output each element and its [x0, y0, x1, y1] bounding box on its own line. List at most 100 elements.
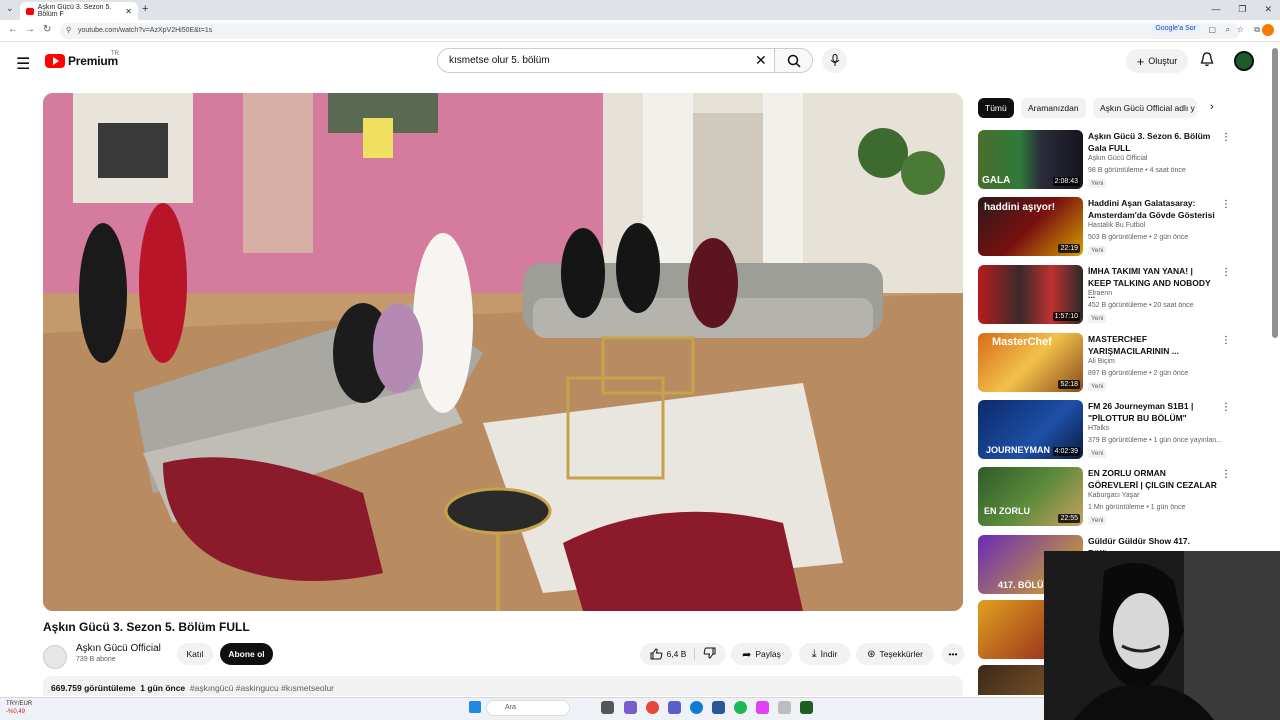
maximize-button[interactable]: ❐ — [1238, 4, 1246, 15]
video-thumbnail[interactable]: EN ZORLU 22:55 — [978, 467, 1083, 526]
recommendation-item[interactable]: 1:57:10 İMHA TAKIMI YAN YANA! | KEEP TAL… — [978, 265, 1238, 325]
youtube-premium-logo[interactable]: Premium TR — [45, 51, 119, 68]
channel-name[interactable]: Aşkın Gücü Official — [76, 643, 161, 654]
chip-channel[interactable]: Aşkın Gücü Official adlı y — [1093, 98, 1197, 118]
chevron-right-icon[interactable]: › — [1210, 101, 1214, 113]
thanks-label: Teşekkürler — [879, 649, 923, 659]
recommendation-item[interactable]: GALA 2:08:43 Aşkın Gücü 3. Sezon 6. Bölü… — [978, 130, 1238, 190]
copilot-icon[interactable] — [624, 701, 637, 714]
subscribe-button[interactable]: Abone ol — [220, 643, 273, 665]
share-icon: ➦ — [742, 648, 752, 661]
download-label: İndir — [820, 649, 838, 659]
taskbar-search-input[interactable]: Ara — [486, 700, 570, 716]
thanks-button[interactable]: ⊛ Teşekkürler — [856, 643, 934, 665]
currency-widget[interactable]: TRY/EUR -%0,49 — [6, 700, 32, 716]
extensions-icon[interactable]: ⧉ — [1254, 25, 1260, 35]
more-actions-icon[interactable]: ••• — [942, 643, 964, 665]
recommendation-title[interactable]: MASTERCHEF YARIŞMACILARININ ... — [1088, 333, 1218, 357]
recommendation-item[interactable]: EN ZORLU 22:55 EN ZORLU ORMAN GÖREVLERİ … — [978, 467, 1238, 527]
recommendation-title[interactable]: EN ZORLU ORMAN GÖREVLERİ | ÇILGIN CEZALA… — [1088, 467, 1218, 491]
windows-start-icon[interactable] — [469, 701, 481, 713]
spotify-icon[interactable] — [734, 701, 747, 714]
search-input[interactable]: kısmetse olur 5. bölüm — [437, 48, 775, 73]
recommendation-channel[interactable]: Hastalık Bu Futbol — [1088, 222, 1145, 229]
thumbnail-text: 417. BÖLÜ — [998, 580, 1044, 590]
create-button[interactable]: + Oluştur — [1126, 49, 1188, 73]
more-options-icon[interactable]: ⋮ — [1221, 402, 1231, 413]
duration-badge: 2:08:43 — [1052, 177, 1080, 186]
plus-icon: + — [1136, 53, 1145, 69]
site-info-icon[interactable]: ⚲ — [66, 26, 71, 34]
join-button[interactable]: Katıl — [177, 643, 213, 665]
dislike-button[interactable] — [695, 647, 716, 661]
new-badge: Yeni — [1088, 382, 1107, 391]
store-icon[interactable] — [712, 701, 725, 714]
channel-avatar[interactable] — [43, 645, 67, 669]
screenshot-icon[interactable]: ▢ — [1208, 25, 1216, 34]
more-options-icon[interactable]: ⋮ — [1221, 199, 1231, 210]
page-scrollbar[interactable] — [1272, 48, 1278, 338]
chrome-icon[interactable] — [646, 701, 659, 714]
new-tab-button[interactable]: + — [142, 3, 148, 15]
reload-icon[interactable]: ↻ — [43, 24, 51, 35]
minimize-button[interactable]: — — [1211, 4, 1220, 15]
forward-arrow-icon[interactable]: → — [25, 24, 35, 35]
recommendation-title[interactable]: FM 26 Journeyman S1B1 | "PİLOTTUR BU BÖL… — [1088, 400, 1218, 424]
video-thumbnail[interactable]: MasterChef 52:18 — [978, 333, 1083, 392]
video-player[interactable] — [43, 93, 963, 611]
google-ask-button[interactable]: Google'a Sor — [1151, 24, 1200, 33]
app-icon[interactable] — [778, 701, 791, 714]
recommendation-channel[interactable]: Aşkın Gücü Official — [1088, 155, 1147, 162]
notifications-bell-icon[interactable] — [1200, 52, 1214, 70]
recommendation-meta: 98 B görüntüleme • 4 saat önce — [1088, 167, 1186, 174]
description-box[interactable]: 669.759 görüntüleme 1 gün önce #aşkıngüc… — [43, 676, 963, 696]
close-window-button[interactable]: ✕ — [1264, 4, 1272, 15]
recommendation-item[interactable]: JOURNEYMAN 4:02:39 FM 26 Journeyman S1B1… — [978, 400, 1238, 460]
more-options-icon[interactable]: ⋮ — [1221, 469, 1231, 480]
recommendation-title[interactable]: Haddini Aşan Galatasaray: Amsterdam'da G… — [1088, 197, 1218, 221]
video-thumbnail[interactable]: haddini aşıyor! 22:19 — [978, 197, 1083, 256]
teams-icon[interactable] — [668, 701, 681, 714]
video-thumbnail[interactable]: 1:57:10 — [978, 265, 1083, 324]
edge-icon[interactable] — [690, 701, 703, 714]
profile-avatar[interactable] — [1262, 24, 1274, 36]
more-options-icon[interactable]: ⋮ — [1221, 335, 1231, 346]
url-field[interactable]: youtube.com/watch?v=AzXpV2Hi50E&t=1s — [60, 23, 1240, 39]
photos-icon[interactable] — [756, 701, 769, 714]
video-thumbnail[interactable]: JOURNEYMAN 4:02:39 — [978, 400, 1083, 459]
voice-search-button[interactable] — [822, 48, 847, 73]
recommendation-channel[interactable]: Elraenn — [1088, 290, 1112, 297]
more-options-icon[interactable]: ⋮ — [1221, 267, 1231, 278]
tab-search-icon[interactable]: ⌄ — [6, 3, 14, 14]
more-options-icon[interactable]: ⋮ — [1221, 132, 1231, 143]
recommendation-title[interactable]: Aşkın Gücü 3. Sezon 6. Bölüm Gala FULL — [1088, 130, 1218, 154]
chip-all[interactable]: Tümü — [978, 98, 1014, 118]
tab-title: Aşkın Gücü 3. Sezon 5. Bölüm F — [37, 4, 112, 18]
tab-close-icon[interactable]: ✕ — [125, 7, 132, 16]
download-button[interactable]: ⤓ İndir — [799, 643, 850, 665]
video-thumbnail[interactable]: GALA 2:08:43 — [978, 130, 1083, 189]
clear-search-icon[interactable]: ✕ — [755, 52, 767, 69]
recommendation-channel[interactable]: Ali Biçim — [1088, 358, 1115, 365]
recommendation-meta: 452 B görüntüleme • 20 saat önce — [1088, 302, 1194, 309]
zoom-icon[interactable]: ⌕ — [1226, 25, 1230, 35]
search-icon — [787, 54, 801, 68]
share-button[interactable]: ➦ Paylaş — [731, 643, 792, 665]
recommendation-item[interactable]: MasterChef 52:18 MASTERCHEF YARIŞMACILAR… — [978, 333, 1238, 393]
hamburger-menu-icon[interactable]: ☰ — [16, 54, 30, 74]
recommendation-item[interactable]: haddini aşıyor! 22:19 Haddini Aşan Galat… — [978, 197, 1238, 257]
like-button[interactable]: 6,4 B — [650, 648, 696, 660]
bookmark-star-icon[interactable]: ☆ — [1237, 25, 1244, 34]
task-view-icon[interactable] — [601, 701, 614, 714]
terminal-icon[interactable] — [800, 701, 813, 714]
hashtags[interactable]: #aşkıngücü #askingucu #kısmetseolur — [190, 683, 334, 693]
search-button[interactable] — [775, 48, 813, 73]
browser-tab[interactable]: Aşkın Gücü 3. Sezon 5. Bölüm F ✕ — [20, 2, 138, 20]
thumbs-up-icon — [650, 648, 662, 660]
chip-from-search[interactable]: Aramanızdan — [1021, 98, 1086, 118]
back-arrow-icon[interactable]: ← — [8, 24, 18, 35]
video-frame-image — [43, 93, 963, 611]
recommendation-channel[interactable]: HTalks — [1088, 425, 1109, 432]
recommendation-channel[interactable]: Kaburgacı Yaşar — [1088, 492, 1140, 499]
user-avatar[interactable] — [1234, 51, 1254, 71]
